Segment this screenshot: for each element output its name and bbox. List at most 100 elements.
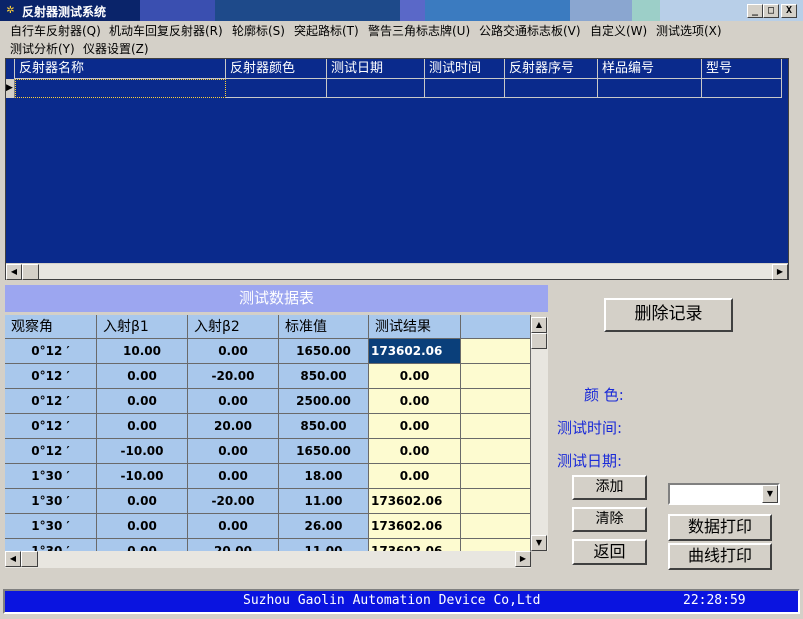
- extra-cell[interactable]: [461, 489, 531, 514]
- table-row[interactable]: 1°30 ′ -10.00 0.00 18.00 0.00: [5, 464, 531, 489]
- col-test-date[interactable]: 测试日期: [327, 59, 425, 79]
- extra-cell[interactable]: [461, 414, 531, 439]
- standard-cell[interactable]: 18.00: [279, 464, 369, 489]
- obs-angle-cell[interactable]: 1°30 ′: [5, 514, 97, 539]
- menu-bicycle-reflector[interactable]: 自行车反射器(Q): [10, 22, 101, 40]
- col-standard-value[interactable]: 标准值: [279, 315, 369, 339]
- col-model[interactable]: 型号: [702, 59, 782, 79]
- minimize-button[interactable]: _: [747, 4, 763, 18]
- extra-cell[interactable]: [461, 464, 531, 489]
- beta1-cell[interactable]: 10.00: [97, 339, 188, 364]
- scroll-up-icon[interactable]: ▲: [531, 317, 547, 333]
- col-reflector-serial[interactable]: 反射器序号: [505, 59, 598, 79]
- grid-cell[interactable]: [505, 79, 598, 98]
- table-row[interactable]: 0°12 ′ 0.00 -20.00 850.00 0.00: [5, 364, 531, 389]
- col-incidence-b2[interactable]: 入射β2: [188, 315, 279, 339]
- obs-angle-cell[interactable]: 0°12 ′: [5, 414, 97, 439]
- col-extra[interactable]: [461, 315, 531, 339]
- extra-cell[interactable]: [461, 439, 531, 464]
- scroll-left-icon[interactable]: ◀: [6, 264, 22, 280]
- result-cell[interactable]: 0.00: [369, 439, 461, 464]
- extra-cell[interactable]: [461, 389, 531, 414]
- menu-traffic-sign[interactable]: 公路交通标志板(V): [479, 22, 581, 40]
- result-cell[interactable]: 0.00: [369, 414, 461, 439]
- result-cell[interactable]: 0.00: [369, 464, 461, 489]
- grid-cell[interactable]: [327, 79, 425, 98]
- beta2-cell[interactable]: -20.00: [188, 364, 279, 389]
- menu-instrument-settings[interactable]: 仪器设置(Z): [83, 40, 149, 58]
- col-reflector-name[interactable]: 反射器名称: [15, 59, 226, 79]
- table-row[interactable]: 0°12 ′ 10.00 0.00 1650.00 173602.06: [5, 339, 531, 364]
- obs-angle-cell[interactable]: 0°12 ′: [5, 364, 97, 389]
- result-cell[interactable]: 173602.06: [369, 339, 461, 364]
- col-test-time[interactable]: 测试时间: [425, 59, 505, 79]
- beta1-cell[interactable]: -10.00: [97, 464, 188, 489]
- scroll-down-icon[interactable]: ▼: [531, 535, 547, 551]
- beta2-cell[interactable]: 0.00: [188, 389, 279, 414]
- col-reflector-color[interactable]: 反射器颜色: [226, 59, 327, 79]
- beta2-cell[interactable]: 0.00: [188, 464, 279, 489]
- standard-cell[interactable]: 11.00: [279, 489, 369, 514]
- result-cell[interactable]: 173602.06: [369, 514, 461, 539]
- beta1-cell[interactable]: 0.00: [97, 414, 188, 439]
- result-cell[interactable]: 0.00: [369, 364, 461, 389]
- menu-vehicle-reflector[interactable]: 机动车回复反射器(R): [109, 22, 223, 40]
- back-button[interactable]: 返回: [572, 539, 647, 565]
- table-row[interactable]: 1°30 ′ 0.00 -20.00 11.00 173602.06: [5, 489, 531, 514]
- col-test-result[interactable]: 测试结果: [369, 315, 461, 339]
- maximize-button[interactable]: □: [763, 4, 779, 18]
- menu-test-options[interactable]: 测试选项(X): [656, 22, 722, 40]
- menu-delineator[interactable]: 轮廓标(S): [232, 22, 285, 40]
- menu-custom[interactable]: 自定义(W): [590, 22, 647, 40]
- table-row[interactable]: 1°30 ′ 0.00 0.00 26.00 173602.06: [5, 514, 531, 539]
- scroll-thumb[interactable]: [21, 551, 38, 567]
- scroll-thumb[interactable]: [22, 264, 39, 280]
- col-observation-angle[interactable]: 观察角: [5, 315, 97, 339]
- beta1-cell[interactable]: 0.00: [97, 514, 188, 539]
- scroll-right-icon[interactable]: ▶: [515, 551, 531, 567]
- col-sample-number[interactable]: 样品编号: [598, 59, 702, 79]
- beta1-cell[interactable]: 0.00: [97, 364, 188, 389]
- extra-cell[interactable]: [461, 514, 531, 539]
- standard-cell[interactable]: 2500.00: [279, 389, 369, 414]
- table-row[interactable]: [6, 79, 788, 98]
- beta2-cell[interactable]: 20.00: [188, 414, 279, 439]
- result-cell[interactable]: 173602.06: [369, 489, 461, 514]
- beta2-cell[interactable]: 0.00: [188, 439, 279, 464]
- obs-angle-cell[interactable]: 0°12 ′: [5, 339, 97, 364]
- printer-select[interactable]: ▼: [668, 483, 780, 505]
- menu-test-analysis[interactable]: 测试分析(Y): [10, 40, 75, 58]
- close-button[interactable]: X: [781, 4, 797, 18]
- beta2-cell[interactable]: 0.00: [188, 339, 279, 364]
- standard-cell[interactable]: 26.00: [279, 514, 369, 539]
- beta2-cell[interactable]: -20.00: [188, 489, 279, 514]
- delete-record-button[interactable]: 删除记录: [604, 298, 733, 332]
- data-table-vscrollbar[interactable]: ▲ ▼: [531, 317, 548, 552]
- standard-cell[interactable]: 850.00: [279, 364, 369, 389]
- record-grid-hscrollbar[interactable]: ◀ ▶: [6, 263, 788, 280]
- table-row[interactable]: 0°12 ′ 0.00 0.00 2500.00 0.00: [5, 389, 531, 414]
- print-data-button[interactable]: 数据打印: [668, 514, 772, 541]
- data-table-hscrollbar[interactable]: ◀ ▶: [5, 551, 531, 568]
- grid-cell[interactable]: [702, 79, 782, 98]
- grid-cell[interactable]: [226, 79, 327, 98]
- menu-warning-triangle[interactable]: 警告三角标志牌(U): [368, 22, 470, 40]
- result-cell[interactable]: 0.00: [369, 389, 461, 414]
- scroll-left-icon[interactable]: ◀: [5, 551, 21, 567]
- add-button[interactable]: 添加: [572, 475, 647, 500]
- beta1-cell[interactable]: 0.00: [97, 489, 188, 514]
- obs-angle-cell[interactable]: 1°30 ′: [5, 464, 97, 489]
- beta2-cell[interactable]: 0.00: [188, 514, 279, 539]
- print-curve-button[interactable]: 曲线打印: [668, 543, 772, 570]
- chevron-down-icon[interactable]: ▼: [762, 485, 778, 503]
- col-incidence-b1[interactable]: 入射β1: [97, 315, 188, 339]
- record-grid[interactable]: 反射器名称 反射器颜色 测试日期 测试时间 反射器序号 样品编号 型号 ▶ ◀ …: [5, 58, 789, 280]
- clear-button[interactable]: 清除: [572, 507, 647, 532]
- beta1-cell[interactable]: 0.00: [97, 389, 188, 414]
- standard-cell[interactable]: 850.00: [279, 414, 369, 439]
- scroll-thumb[interactable]: [531, 333, 547, 349]
- grid-cell-selected[interactable]: [15, 79, 226, 98]
- scroll-right-icon[interactable]: ▶: [772, 264, 788, 280]
- extra-cell[interactable]: [461, 339, 531, 364]
- test-data-table[interactable]: 观察角 入射β1 入射β2 标准值 测试结果 0°12 ′ 10.00 0.00 16…: [5, 315, 531, 552]
